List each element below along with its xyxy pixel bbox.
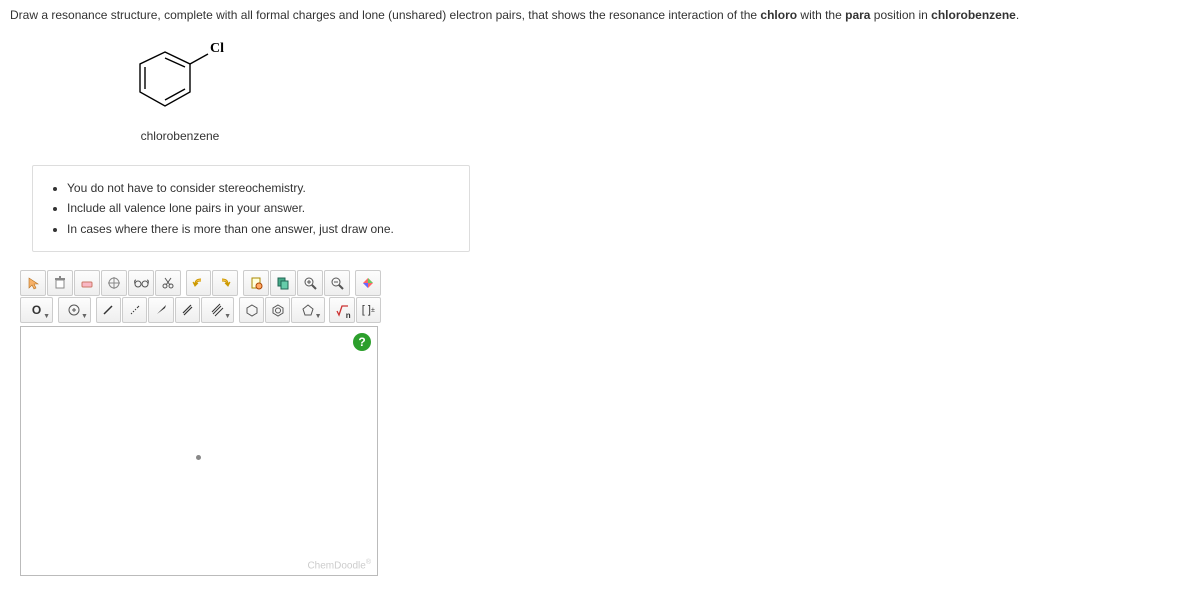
cut-icon[interactable]	[155, 270, 181, 296]
q-mid: with the	[797, 8, 845, 22]
chemdoodle-widget: O▼ ▼ ▼ ▼	[20, 270, 382, 576]
instruction-item: In cases where there is more than one an…	[67, 219, 451, 239]
instruction-item: You do not have to consider stereochemis…	[67, 178, 451, 198]
chlorobenzene-svg: Cl	[120, 32, 240, 122]
canvas-start-dot	[196, 455, 201, 460]
wedge-bond-icon[interactable]	[148, 297, 173, 323]
instructions-box: You do not have to consider stereochemis…	[32, 165, 470, 252]
help-label: ?	[358, 335, 365, 349]
toolbar-row-1	[20, 270, 382, 297]
q-b3: chlorobenzene	[931, 8, 1016, 22]
o-label: O	[32, 303, 41, 317]
center-tool-icon[interactable]	[101, 270, 127, 296]
zoom-in-icon[interactable]	[297, 270, 323, 296]
chemdoodle-brand: ChemDoodle®	[307, 559, 371, 571]
benzene-icon[interactable]	[265, 297, 290, 323]
recessed-bond-icon[interactable]	[122, 297, 147, 323]
move-tool-icon[interactable]	[20, 270, 46, 296]
help-button[interactable]: ?	[353, 333, 371, 351]
brackets-button[interactable]: [ ]±	[356, 297, 381, 323]
question-text: Draw a resonance structure, complete wit…	[10, 8, 1190, 22]
paste-icon[interactable]	[243, 270, 269, 296]
q-b1: chloro	[760, 8, 797, 22]
brand-sup: ®	[366, 559, 371, 566]
br-label: [ ]	[362, 304, 371, 316]
undo-icon[interactable]	[186, 270, 212, 296]
drawing-canvas[interactable]: ? ChemDoodle®	[20, 326, 378, 576]
q-post: position in	[870, 8, 931, 22]
q-pre: Draw a resonance structure, complete wit…	[10, 8, 760, 22]
double-bond-icon[interactable]	[175, 297, 200, 323]
pm-label: ±	[371, 307, 375, 314]
cyclopentane-icon[interactable]: ▼	[291, 297, 324, 323]
sqrt-n-label: n	[346, 311, 351, 320]
toolbar-row-2: O▼ ▼ ▼ ▼	[20, 297, 382, 324]
q-end: .	[1016, 8, 1019, 22]
reference-structure: Cl chlorobenzene	[120, 32, 240, 143]
instruction-item: Include all valence lone pairs in your a…	[67, 198, 451, 218]
erase-tool-icon[interactable]	[74, 270, 100, 296]
q-b2: para	[845, 8, 870, 22]
sqrt-n-button[interactable]: n	[329, 297, 354, 323]
copy-icon[interactable]	[270, 270, 296, 296]
cyclohexane-icon[interactable]	[239, 297, 264, 323]
color-icon[interactable]	[355, 270, 381, 296]
charge-button[interactable]: ▼	[58, 297, 91, 323]
redo-icon[interactable]	[212, 270, 238, 296]
element-o-button[interactable]: O▼	[20, 297, 53, 323]
clear-tool-icon[interactable]	[47, 270, 73, 296]
cl-label: Cl	[210, 41, 224, 56]
single-bond-icon[interactable]	[96, 297, 121, 323]
brand-text: ChemDoodle	[307, 560, 365, 571]
structure-name: chlorobenzene	[120, 129, 240, 143]
glasses-icon[interactable]	[128, 270, 154, 296]
zoom-out-icon[interactable]	[324, 270, 350, 296]
triple-bond-icon[interactable]: ▼	[201, 297, 234, 323]
